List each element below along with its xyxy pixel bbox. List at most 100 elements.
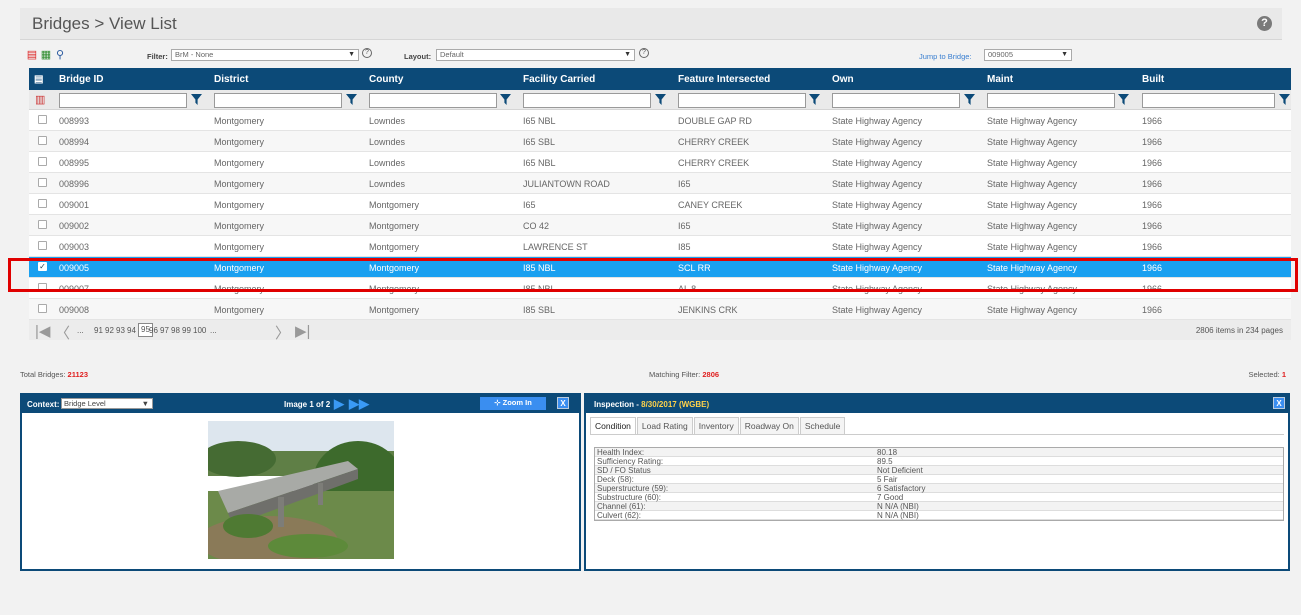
next-image-icon[interactable]: ▶ xyxy=(334,396,344,412)
col-facility[interactable]: Facility Carried xyxy=(523,74,595,85)
last-image-icon[interactable]: ▶▶ xyxy=(349,396,369,412)
row-menu-icon[interactable]: ▤ xyxy=(34,74,43,85)
condition-table: Health Index: 80.18 Sufficiency Rating: 89.… xyxy=(594,447,1284,521)
row-checkbox[interactable] xyxy=(38,199,47,208)
condition-value: N N/A (NBI) xyxy=(877,511,919,520)
layout-help-icon[interactable]: ? xyxy=(639,48,649,58)
filter-select[interactable]: BrM - None ▼ xyxy=(171,49,359,61)
layout-select[interactable]: Default ▼ xyxy=(436,49,635,61)
row-checkbox[interactable] xyxy=(38,115,47,124)
filter-funnel-icon[interactable] xyxy=(1118,94,1129,105)
table-row[interactable]: 008995 Montgomery Lowndes I65 NBL CHERRY CRE… xyxy=(29,152,1291,173)
tab-load-rating[interactable]: Load Rating xyxy=(636,417,693,435)
link-icon[interactable]: ⚲ xyxy=(54,49,66,61)
next-page-icon[interactable]: 〉 xyxy=(275,322,290,343)
first-page-icon[interactable]: |◀ xyxy=(35,322,50,340)
cell-built: 1966 xyxy=(1142,305,1163,315)
page-link[interactable]: ... xyxy=(210,326,217,335)
inspection-title: Inspection - 8/30/2017 (WGBE) xyxy=(594,400,709,409)
table-row[interactable]: 009008 Montgomery Montgomery I85 SBL JENKINS… xyxy=(29,299,1291,320)
page-link[interactable]: 93 xyxy=(116,326,125,335)
page-link[interactable]: 98 xyxy=(171,326,180,335)
table-row[interactable]: 008993 Montgomery Lowndes I65 NBL DOUBLE GAP… xyxy=(29,110,1291,131)
col-county[interactable]: County xyxy=(369,74,403,85)
filter-own-input[interactable] xyxy=(832,93,960,108)
page-link[interactable]: 97 xyxy=(160,326,169,335)
table-row[interactable]: 009003 Montgomery Montgomery LAWRENCE ST I85… xyxy=(29,236,1291,257)
cell-id: 009001 xyxy=(59,200,90,210)
cell-built: 1966 xyxy=(1142,116,1163,126)
filter-facility-input[interactable] xyxy=(523,93,651,108)
excel-export-icon[interactable]: ▦ xyxy=(40,49,52,61)
filter-funnel-icon[interactable] xyxy=(191,94,202,105)
filter-county-input[interactable] xyxy=(369,93,497,108)
jump-to-bridge-select[interactable]: 009005 ▼ xyxy=(984,49,1072,61)
col-built[interactable]: Built xyxy=(1142,74,1164,85)
tab-roadway-on[interactable]: Roadway On xyxy=(739,417,799,435)
page-link[interactable]: 96 xyxy=(149,326,158,335)
context-select[interactable]: Bridge Level ▼ xyxy=(61,398,153,409)
page-link[interactable]: 94 xyxy=(127,326,136,335)
page-link[interactable]: ... xyxy=(77,326,84,335)
grid-header: ▤ Bridge ID District County Facility Car… xyxy=(29,68,1291,90)
table-row[interactable]: 009001 Montgomery Montgomery I65 CANEY CREEK… xyxy=(29,194,1291,215)
bridge-photo[interactable] xyxy=(208,421,394,559)
zoom-in-button[interactable]: ⊹ Zoom In xyxy=(480,397,546,410)
row-checkbox[interactable] xyxy=(38,157,47,166)
table-row[interactable]: 008996 Montgomery Lowndes JULIANTOWN ROAD I6… xyxy=(29,173,1291,194)
filter-funnel-icon[interactable] xyxy=(346,94,357,105)
filter-feature-input[interactable] xyxy=(678,93,806,108)
close-inspection-panel-button[interactable]: X xyxy=(1273,397,1285,409)
help-icon[interactable]: ? xyxy=(1257,16,1272,31)
layout-value: Default xyxy=(440,50,464,59)
page-link[interactable]: 100 xyxy=(193,326,206,335)
cell-facility: JULIANTOWN ROAD xyxy=(523,179,610,189)
cell-feature: I65 xyxy=(678,179,691,189)
filter-built-input[interactable] xyxy=(1142,93,1275,108)
filter-funnel-icon[interactable] xyxy=(1279,94,1290,105)
col-own[interactable]: Own xyxy=(832,74,854,85)
pdf-export-icon[interactable]: ▤ xyxy=(26,49,38,61)
filter-funnel-icon[interactable] xyxy=(500,94,511,105)
tab-inventory[interactable]: Inventory xyxy=(693,417,739,435)
cell-id: 009003 xyxy=(59,242,90,252)
selected-label: Selected: xyxy=(1248,370,1280,379)
row-checkbox[interactable] xyxy=(38,220,47,229)
page-link[interactable]: 99 xyxy=(182,326,191,335)
col-maint[interactable]: Maint xyxy=(987,74,1013,85)
prev-page-icon[interactable]: 〈 xyxy=(55,322,70,343)
close-image-panel-button[interactable]: X xyxy=(557,397,569,409)
col-feature[interactable]: Feature Intersected xyxy=(678,74,770,85)
col-bridge-id[interactable]: Bridge ID xyxy=(59,74,103,85)
condition-row: Channel (61): N N/A (NBI) xyxy=(595,502,1283,511)
clear-filter-icon[interactable]: ▥ xyxy=(35,93,45,106)
table-row[interactable]: 009002 Montgomery Montgomery CO 42 I65 State … xyxy=(29,215,1291,236)
row-checkbox[interactable] xyxy=(38,241,47,250)
filter-funnel-icon[interactable] xyxy=(964,94,975,105)
condition-value: 80.18 xyxy=(877,448,898,457)
filter-funnel-icon[interactable] xyxy=(655,94,666,105)
filter-help-icon[interactable]: ? xyxy=(362,48,372,58)
row-checkbox[interactable] xyxy=(38,178,47,187)
cell-own: State Highway Agency xyxy=(832,221,923,231)
jump-label: Jump to Bridge: xyxy=(919,52,972,61)
page-link[interactable]: 92 xyxy=(105,326,114,335)
table-row[interactable]: 008994 Montgomery Lowndes I65 SBL CHERRY CRE… xyxy=(29,131,1291,152)
tab-schedule[interactable]: Schedule xyxy=(799,417,846,435)
cell-own: State Highway Agency xyxy=(832,179,923,189)
row-checkbox[interactable] xyxy=(38,304,47,313)
page-link[interactable]: 91 xyxy=(94,326,103,335)
col-district[interactable]: District xyxy=(214,74,248,85)
filter-bridge-id-input[interactable] xyxy=(59,93,187,108)
tab-condition[interactable]: Condition xyxy=(590,417,636,435)
row-checkbox[interactable] xyxy=(38,136,47,145)
cell-built: 1966 xyxy=(1142,242,1163,252)
filter-district-input[interactable] xyxy=(214,93,342,108)
cell-built: 1966 xyxy=(1142,179,1163,189)
title-bar: Bridges > View List ? xyxy=(20,8,1282,40)
filter-maint-input[interactable] xyxy=(987,93,1115,108)
condition-row: Deck (58): 5 Fair xyxy=(595,475,1283,484)
filter-funnel-icon[interactable] xyxy=(809,94,820,105)
cell-county: Lowndes xyxy=(369,179,406,189)
last-page-icon[interactable]: ▶| xyxy=(295,322,310,340)
